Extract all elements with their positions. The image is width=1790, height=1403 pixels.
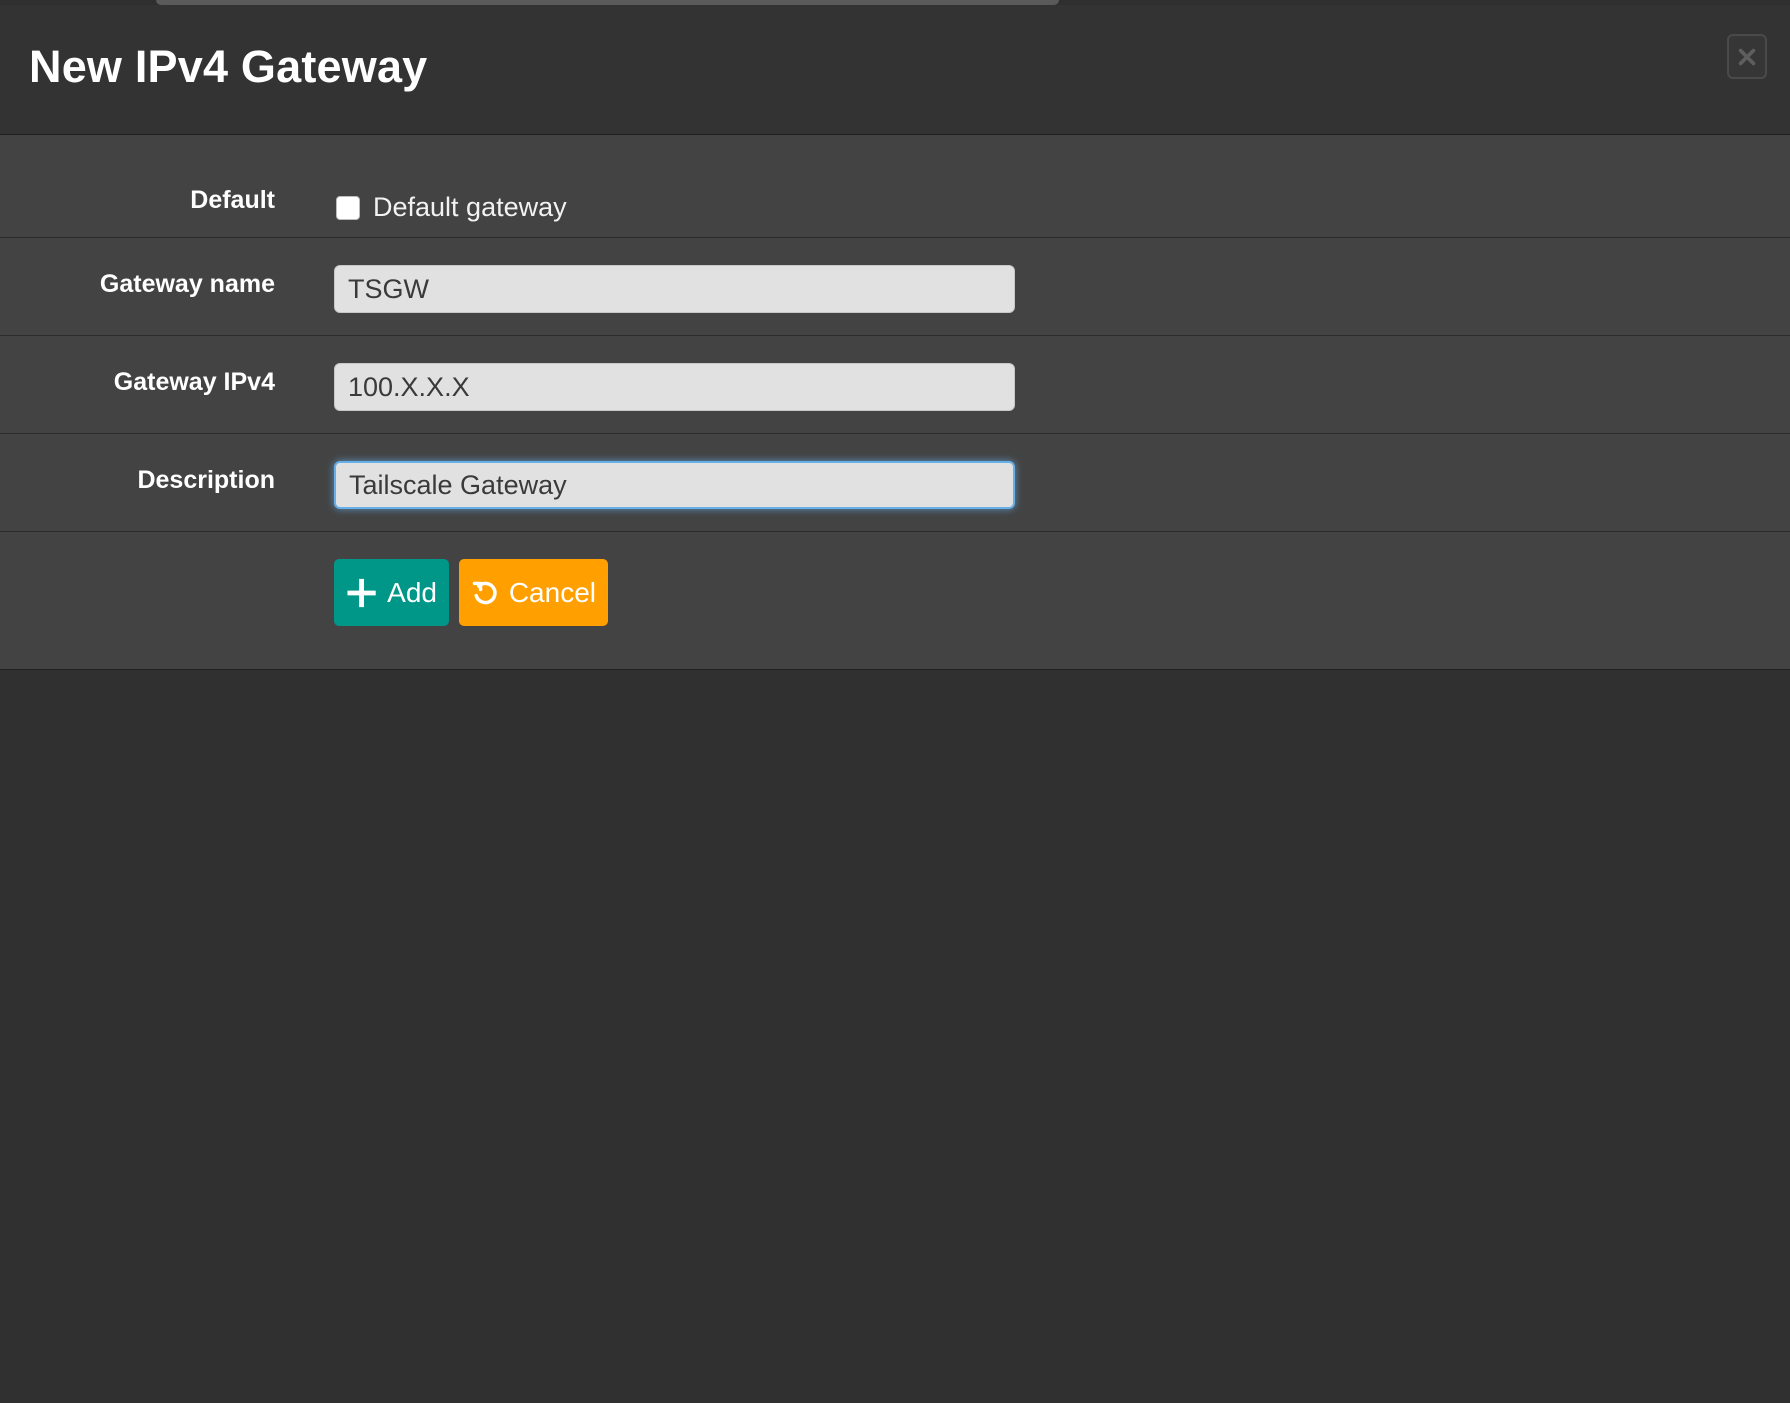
gateway-name-input[interactable] (334, 265, 1015, 313)
gateway-name-label: Gateway name (99, 270, 275, 298)
add-button-label: Add (387, 576, 437, 608)
close-icon (1738, 48, 1756, 65)
form-row-default: Default Default gateway (0, 159, 1790, 238)
modal-footer-area (0, 670, 1790, 1403)
modal-header: New IPv4 Gateway (0, 5, 1790, 135)
modal-title: New IPv4 Gateway (29, 41, 428, 92)
gateway-ipv4-input[interactable] (334, 363, 1015, 411)
description-input[interactable] (334, 461, 1015, 509)
default-gateway-checkbox[interactable] (336, 195, 360, 220)
form-row-description: Description (0, 434, 1790, 532)
default-label: Default (190, 186, 275, 214)
form-actions: Add Cancel (0, 532, 1790, 669)
undo-icon (472, 581, 497, 604)
default-gateway-option[interactable]: Default gateway (336, 192, 567, 223)
close-button[interactable] (1727, 34, 1767, 79)
form-row-gateway-ipv4: Gateway IPv4 (0, 336, 1790, 434)
modal-body: Default Default gateway Gateway name Gat… (0, 135, 1790, 670)
add-button[interactable]: Add (334, 559, 449, 626)
cancel-button-label: Cancel (508, 576, 596, 608)
plus-icon (347, 578, 376, 607)
default-gateway-checkbox-label[interactable]: Default gateway (373, 192, 567, 223)
form-row-gateway-name: Gateway name (0, 238, 1790, 336)
gateway-ipv4-label: Gateway IPv4 (113, 368, 275, 396)
description-label: Description (137, 466, 275, 494)
cancel-button[interactable]: Cancel (459, 559, 608, 626)
new-gateway-modal: New IPv4 Gateway Default Default gateway… (0, 5, 1790, 1403)
